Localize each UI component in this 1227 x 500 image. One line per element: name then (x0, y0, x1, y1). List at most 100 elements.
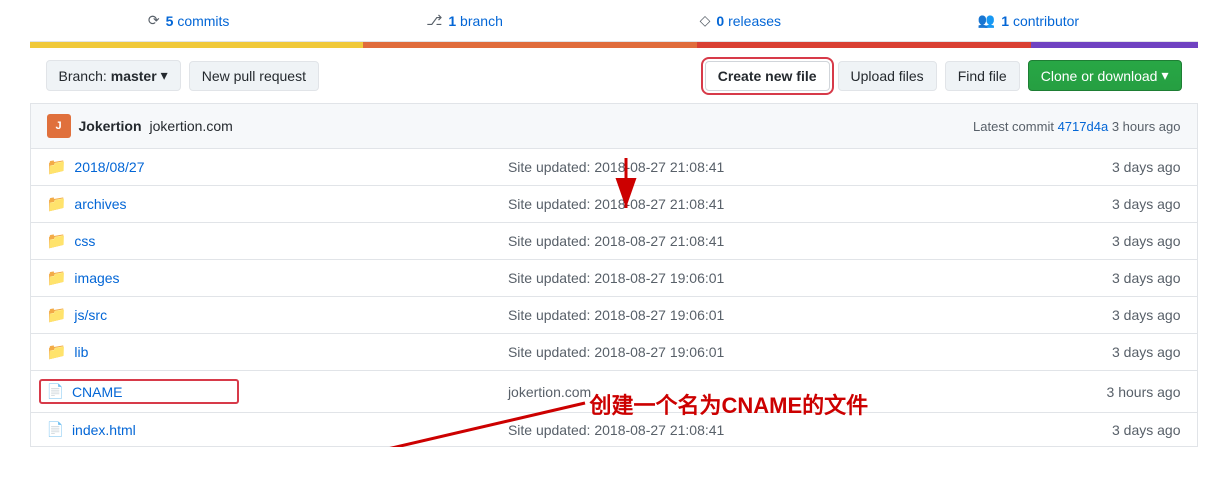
commits-link[interactable]: 5 commits (166, 13, 230, 29)
repo-info-right: Latest commit 4717d4a 3 hours ago (973, 119, 1180, 134)
lang-seg-2 (363, 42, 697, 48)
table-row: 📄 index.html Site updated: 2018-08-27 21… (30, 413, 1197, 447)
branch-selector[interactable]: Branch: master ▾ (46, 60, 181, 91)
upload-files-button[interactable]: Upload files (838, 61, 937, 91)
branch-icon: ⎇ (426, 12, 442, 29)
time-ago-cell: 3 days ago (985, 413, 1197, 447)
commit-message-cell: Site updated: 2018-08-27 19:06:01 (492, 297, 986, 334)
file-name-link[interactable]: 2018/08/27 (74, 159, 144, 175)
contributors-label: contributor (1013, 13, 1079, 29)
time-ago-cell: 3 days ago (985, 334, 1197, 371)
folder-icon: 📁 (47, 268, 67, 288)
time-ago-cell: 3 days ago (985, 186, 1197, 223)
avatar: J (47, 114, 71, 138)
branch-count: 1 (448, 13, 456, 29)
commit-hash: 4717d4a (1058, 119, 1109, 134)
commit-hash-link[interactable]: 4717d4a (1058, 119, 1112, 134)
clone-dropdown-icon: ▾ (1161, 67, 1168, 84)
folder-icon: 📁 (47, 157, 67, 177)
file-name-cell: 📄 CNAME (30, 371, 492, 413)
find-file-button[interactable]: Find file (945, 61, 1020, 91)
toolbar-right: Create new file Upload files Find file C… (705, 60, 1182, 91)
domain: jokertion.com (150, 118, 233, 134)
file-name-cell: 📁 lib (30, 334, 492, 371)
time-ago-cell: 3 days ago (985, 260, 1197, 297)
create-new-file-button[interactable]: Create new file (705, 61, 830, 91)
file-icon: 📄 (47, 383, 64, 400)
commit-message-cell: Site updated: 2018-08-27 19:06:01 (492, 334, 986, 371)
branches-link[interactable]: 1 branch (448, 13, 503, 29)
time-ago-cell: 3 days ago (985, 223, 1197, 260)
username-link[interactable]: Jokertion (79, 118, 142, 134)
file-name-cell: 📁 js/src (30, 297, 492, 334)
releases-icon: ◇ (700, 12, 711, 29)
commit-message-cell: jokertion.com (492, 371, 986, 413)
table-row: 📁 2018/08/27 Site updated: 2018-08-27 21… (30, 149, 1197, 186)
lang-seg-3 (697, 42, 1031, 48)
file-name-link[interactable]: images (74, 270, 119, 286)
time-ago-cell: 3 days ago (985, 149, 1197, 186)
repo-info-left: J Jokertion jokertion.com (47, 114, 233, 138)
branch-dropdown-icon: ▾ (161, 67, 168, 84)
file-toolbar: Branch: master ▾ New pull request Create… (30, 48, 1198, 103)
file-name-link[interactable]: js/src (74, 307, 107, 323)
time-ago-cell: 3 hours ago (985, 371, 1197, 413)
folder-icon: 📁 (47, 231, 67, 251)
branches-stat[interactable]: ⎇ 1 branch (426, 12, 503, 29)
commits-label: commits (177, 13, 229, 29)
folder-icon: 📁 (47, 305, 67, 325)
file-name-link[interactable]: css (74, 233, 95, 249)
branch-label: branch (460, 13, 503, 29)
table-row: 📁 images Site updated: 2018-08-27 19:06:… (30, 260, 1197, 297)
table-row: 📄 CNAME jokertion.com 3 hours ago (30, 371, 1197, 413)
latest-commit-label: Latest commit (973, 119, 1054, 134)
commit-time: 3 hours ago (1112, 119, 1181, 134)
commit-message-cell: Site updated: 2018-08-27 21:08:41 (492, 413, 986, 447)
contributors-link[interactable]: 1 contributor (1001, 13, 1079, 29)
commit-message-cell: Site updated: 2018-08-27 21:08:41 (492, 186, 986, 223)
branch-label: Branch: (59, 68, 107, 84)
contributors-icon: 👥 (978, 12, 995, 29)
branch-name: master (111, 68, 157, 84)
file-list-container: 📁 2018/08/27 Site updated: 2018-08-27 21… (30, 148, 1198, 447)
clone-label: Clone or download (1041, 68, 1158, 84)
releases-link[interactable]: 0 releases (716, 13, 781, 29)
commits-icon: ⟳ (148, 12, 160, 29)
file-icon: 📄 (47, 421, 64, 438)
file-name-link[interactable]: archives (74, 196, 126, 212)
file-table: 📁 2018/08/27 Site updated: 2018-08-27 21… (30, 148, 1198, 447)
commit-message-cell: Site updated: 2018-08-27 21:08:41 (492, 223, 986, 260)
releases-label: releases (728, 13, 781, 29)
new-pull-request-button[interactable]: New pull request (189, 61, 319, 91)
stats-bar: ⟳ 5 commits ⎇ 1 branch ◇ 0 releases 👥 1 (30, 0, 1198, 42)
file-name-cell: 📁 images (30, 260, 492, 297)
contributors-count: 1 (1001, 13, 1009, 29)
table-row: 📁 lib Site updated: 2018-08-27 19:06:01 … (30, 334, 1197, 371)
releases-count: 0 (716, 13, 724, 29)
lang-seg-1 (30, 42, 364, 48)
lang-seg-4 (1031, 42, 1198, 48)
table-row: 📁 js/src Site updated: 2018-08-27 19:06:… (30, 297, 1197, 334)
clone-or-download-button[interactable]: Clone or download ▾ (1028, 60, 1182, 91)
file-name-cell: 📄 index.html (30, 413, 492, 447)
file-name-cell: 📁 archives (30, 186, 492, 223)
file-name-link[interactable]: index.html (72, 422, 136, 438)
commits-stat[interactable]: ⟳ 5 commits (148, 12, 230, 29)
folder-icon: 📁 (47, 342, 67, 362)
table-row: 📁 archives Site updated: 2018-08-27 21:0… (30, 186, 1197, 223)
time-ago-cell: 3 days ago (985, 297, 1197, 334)
username: Jokertion (79, 118, 142, 134)
file-name-link[interactable]: CNAME (72, 384, 123, 400)
file-name-link[interactable]: lib (74, 344, 88, 360)
repo-info-row: J Jokertion jokertion.com Latest commit … (30, 103, 1198, 148)
toolbar-left: Branch: master ▾ New pull request (46, 60, 319, 91)
commit-message-cell: Site updated: 2018-08-27 21:08:41 (492, 149, 986, 186)
file-name-cell: 📁 2018/08/27 (30, 149, 492, 186)
language-bar (30, 42, 1198, 48)
table-row: 📁 css Site updated: 2018-08-27 21:08:41 … (30, 223, 1197, 260)
releases-stat[interactable]: ◇ 0 releases (700, 12, 781, 29)
folder-icon: 📁 (47, 194, 67, 214)
contributors-stat[interactable]: 👥 1 contributor (978, 12, 1079, 29)
commit-message-cell: Site updated: 2018-08-27 19:06:01 (492, 260, 986, 297)
file-name-cell: 📁 css (30, 223, 492, 260)
